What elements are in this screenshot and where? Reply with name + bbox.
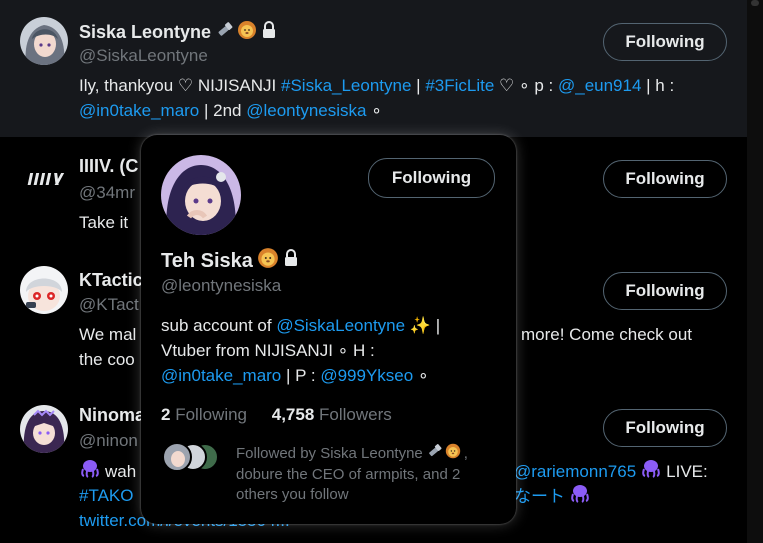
popup-avatar[interactable]	[161, 155, 241, 235]
following-count: 2	[161, 405, 171, 424]
followed-by-line: Followed by Siska Leontyne ,	[236, 443, 506, 465]
user-handle: @KTact	[79, 295, 139, 314]
user-name[interactable]: Ninoma	[79, 405, 145, 426]
popup-following-button[interactable]: Following	[368, 158, 495, 198]
bio-link[interactable]: #3FicLite	[425, 76, 494, 95]
followers-count: 4,758	[271, 405, 315, 424]
user-name[interactable]: Siska Leontyne	[79, 22, 211, 43]
following-count-link[interactable]: 2 Following	[161, 405, 252, 424]
user-bio-line2-continued: なート	[514, 483, 591, 510]
popup-name-line: Teh Siska	[161, 247, 299, 275]
octopus-icon	[79, 458, 101, 485]
lion-icon	[237, 20, 257, 45]
user-name-line: Siska Leontyne	[79, 20, 277, 45]
popup-stats: 2 Following 4,758 Followers	[161, 405, 392, 425]
popup-user-name[interactable]: Teh Siska	[161, 250, 253, 273]
bio-link-text[interactable]: なート	[514, 484, 565, 509]
followed-by-line: others you follow	[236, 486, 349, 503]
user-bio-line2: the coo	[79, 350, 135, 369]
bio-link[interactable]: @leontynesiska	[246, 101, 366, 120]
bio-line: Ily, thankyou ♡ NIJISANJI #Siska_Leontyn…	[79, 73, 739, 98]
scrollbar[interactable]	[747, 0, 763, 543]
followed-by-text[interactable]: Followed by Siska Leontyne , dobure the …	[236, 443, 506, 505]
user-bio-continued: @rariemonn765 LIVE:	[514, 458, 708, 485]
bio-link[interactable]: @SiskaLeontyne	[276, 316, 405, 335]
bio-link[interactable]: @in0take_maro	[161, 366, 281, 385]
following-button[interactable]: Following	[603, 409, 727, 447]
avatar[interactable]	[20, 405, 68, 453]
scrollbar-thumb[interactable]	[751, 0, 759, 6]
bio-link[interactable]: @999Ykseo	[320, 366, 413, 385]
lock-icon	[283, 249, 299, 273]
followed-by-comma: ,	[463, 445, 468, 462]
bio-text: We mal	[79, 325, 137, 344]
hashtag-link[interactable]: #TAKO	[79, 486, 133, 505]
bio-line: sub account of @SiskaLeontyne ✨ |	[161, 313, 501, 338]
bio-text: Ily, thankyou ♡ NIJISANJI	[79, 76, 281, 95]
user-bio: We mal	[79, 322, 136, 347]
bio-text: wah	[105, 462, 137, 481]
followed-by-avatars[interactable]	[161, 442, 225, 472]
followers-label: Followers	[319, 405, 392, 424]
user-handle: @34mr	[79, 183, 135, 202]
following-button[interactable]: Following	[603, 272, 727, 310]
bio-text: ♡ ∘ p :	[494, 76, 558, 95]
octopus-icon	[569, 483, 591, 510]
popup-user-handle: @leontynesiska	[161, 276, 282, 295]
following-button[interactable]: Following	[603, 160, 727, 198]
avatar[interactable]	[20, 266, 68, 314]
avatar[interactable]	[20, 155, 68, 203]
profile-hover-card[interactable]: Following Teh Siska @leontynesiska sub a…	[141, 135, 516, 524]
bio-link[interactable]: @_eun914	[558, 76, 641, 95]
bio-link[interactable]: @in0take_maro	[79, 101, 199, 120]
bio-line: Vtuber from NIJISANJI ∘ H :	[161, 341, 375, 360]
popup-bio: sub account of @SiskaLeontyne ✨ | Vtuber…	[161, 313, 501, 388]
user-handle: @SiskaLeontyne	[79, 46, 208, 65]
bio-line: @in0take_maro | 2nd @leontynesiska ∘	[79, 98, 739, 123]
user-bio: Take it	[79, 213, 129, 232]
lion-icon	[445, 443, 461, 465]
flashlight-icon	[426, 443, 442, 465]
bio-link[interactable]: #Siska_Leontyne	[281, 76, 411, 95]
avatar[interactable]	[20, 17, 68, 65]
user-bio-continued: more! Come check out	[521, 325, 693, 344]
user-cell-siska-leontyne[interactable]: Siska Leontyne @SiskaLeontyne Following …	[0, 0, 747, 137]
following-button[interactable]: Following	[603, 23, 727, 61]
user-name[interactable]: KTactic	[79, 270, 143, 291]
octopus-icon	[640, 458, 662, 485]
bio-line: @in0take_maro | P : @999Ykseo ∘	[161, 363, 501, 388]
user-bio: Ily, thankyou ♡ NIJISANJI #Siska_Leontyn…	[79, 73, 739, 123]
bio-text: sub account of	[161, 316, 277, 335]
user-name-line: KTactic	[79, 270, 143, 291]
followed-by-text-1: Followed by Siska Leontyne	[236, 445, 423, 462]
bio-text: ✨ |	[405, 316, 441, 335]
bio-text: ∘	[366, 101, 382, 120]
user-name-line: IIIIV. (C	[79, 156, 138, 177]
bio-text: | P :	[281, 366, 321, 385]
bio-text: ∘	[413, 366, 429, 385]
lion-icon	[257, 247, 279, 275]
user-name-line: Ninoma	[79, 405, 145, 426]
user-name[interactable]: IIIIV. (C	[79, 156, 138, 177]
bio-text: |	[411, 76, 426, 95]
user-bio: wah	[79, 458, 136, 485]
bio-text: | h :	[641, 76, 675, 95]
followed-by-line: dobure the CEO of armpits, and 2	[236, 466, 461, 483]
mention-link[interactable]: @rariemonn765	[514, 459, 636, 484]
bio-text: | 2nd	[199, 101, 247, 120]
following-label: Following	[175, 405, 248, 424]
user-handle: @ninon	[79, 431, 138, 450]
flashlight-icon	[215, 21, 233, 44]
followers-count-link[interactable]: 4,758 Followers	[272, 405, 392, 424]
user-bio-line2: #TAKO	[79, 483, 133, 508]
lock-icon	[261, 21, 277, 44]
bio-text: LIVE:	[666, 462, 708, 481]
